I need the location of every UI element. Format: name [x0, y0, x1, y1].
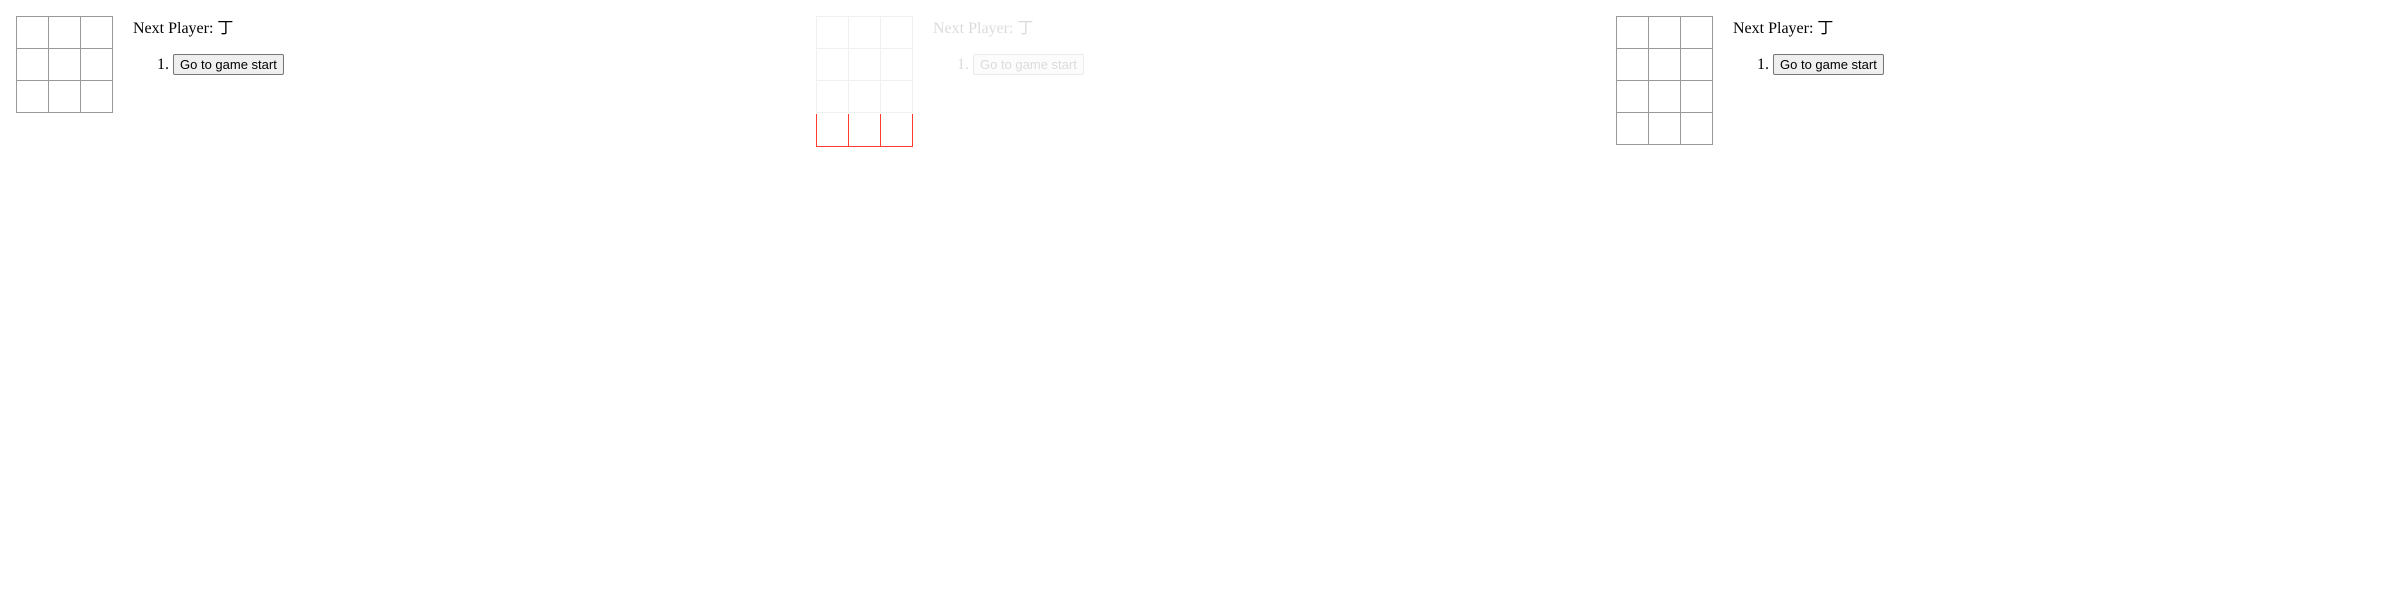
board-square[interactable] — [80, 80, 113, 113]
game: Next Player:丁 Go to game start — [1616, 16, 1884, 145]
board-square[interactable] — [848, 80, 881, 113]
game-info: Next Player:丁 Go to game start — [1733, 16, 1884, 75]
board-square[interactable] — [816, 16, 849, 49]
board-square[interactable] — [816, 80, 849, 113]
move-list: Go to game start — [1733, 54, 1884, 75]
board-row — [1616, 48, 1713, 81]
board-square[interactable] — [816, 48, 849, 81]
board-square[interactable] — [1680, 16, 1713, 49]
move-list: Go to game start — [933, 54, 1084, 75]
board-row — [816, 48, 913, 81]
move-list-item: Go to game start — [1773, 54, 1884, 75]
game-board — [16, 16, 113, 113]
ghost-square — [816, 114, 849, 147]
board-square[interactable] — [1648, 80, 1681, 113]
board-square[interactable] — [1648, 48, 1681, 81]
board-square[interactable] — [1680, 112, 1713, 145]
board-square[interactable] — [880, 48, 913, 81]
board-square[interactable] — [16, 80, 49, 113]
board-square[interactable] — [16, 48, 49, 81]
status-label: Next Player: — [933, 20, 1014, 37]
board-square[interactable] — [48, 16, 81, 49]
next-player-mark: 丁 — [217, 18, 234, 37]
board-square[interactable] — [848, 16, 881, 49]
game-frame-right: Next Player:丁 Go to game start — [1600, 0, 2400, 600]
game-frame-middle: Next Player:丁 Go to game start — [800, 0, 1600, 600]
move-list-item: Go to game start — [173, 54, 284, 75]
ghost-square — [848, 114, 881, 147]
board-square[interactable] — [880, 80, 913, 113]
game: Next Player:丁 Go to game start — [816, 16, 1084, 113]
board-square[interactable] — [1616, 48, 1649, 81]
board-square[interactable] — [16, 16, 49, 49]
board-row — [16, 16, 113, 49]
game-board — [816, 16, 913, 113]
go-to-game-start-button[interactable]: Go to game start — [173, 54, 284, 75]
board-square[interactable] — [848, 48, 881, 81]
board-square[interactable] — [48, 80, 81, 113]
ghost-square — [880, 114, 913, 147]
board-row — [816, 16, 913, 49]
next-player-mark: 丁 — [1817, 18, 1834, 37]
status-text: Next Player: 丁 — [1733, 18, 1884, 38]
next-player-mark: 丁 — [1017, 18, 1034, 37]
board-square[interactable] — [80, 48, 113, 81]
board-square[interactable] — [1616, 16, 1649, 49]
game: Next Player:丁 Go to game start — [16, 16, 284, 113]
board-square[interactable] — [880, 16, 913, 49]
go-to-game-start-button[interactable]: Go to game start — [1773, 54, 1884, 75]
go-to-game-start-button[interactable]: Go to game start — [973, 54, 1084, 75]
board-row — [1616, 16, 1713, 49]
game-info: Next Player:丁 Go to game start — [933, 16, 1084, 75]
board-row — [816, 80, 913, 113]
board-row — [16, 48, 113, 81]
game-info: Next Player:丁 Go to game start — [133, 16, 284, 75]
game-frame-left: Next Player:丁 Go to game start — [0, 0, 800, 600]
ghost-board-row — [816, 114, 913, 147]
board-square[interactable] — [80, 16, 113, 49]
board-square[interactable] — [48, 48, 81, 81]
board-square[interactable] — [1648, 112, 1681, 145]
board-square[interactable] — [1616, 80, 1649, 113]
board-row — [1616, 112, 1713, 145]
status-label: Next Player: — [133, 20, 214, 37]
board-square[interactable] — [1648, 16, 1681, 49]
board-square[interactable] — [1680, 80, 1713, 113]
status-text: Next Player: 丁 — [933, 18, 1084, 38]
move-list: Go to game start — [133, 54, 284, 75]
move-list-item: Go to game start — [973, 54, 1084, 75]
board-square[interactable] — [1616, 112, 1649, 145]
board-row — [16, 80, 113, 113]
board-row — [1616, 80, 1713, 113]
board-square[interactable] — [1680, 48, 1713, 81]
status-text: Next Player: 丁 — [133, 18, 284, 38]
status-label: Next Player: — [1733, 20, 1814, 37]
game-board — [1616, 16, 1713, 145]
